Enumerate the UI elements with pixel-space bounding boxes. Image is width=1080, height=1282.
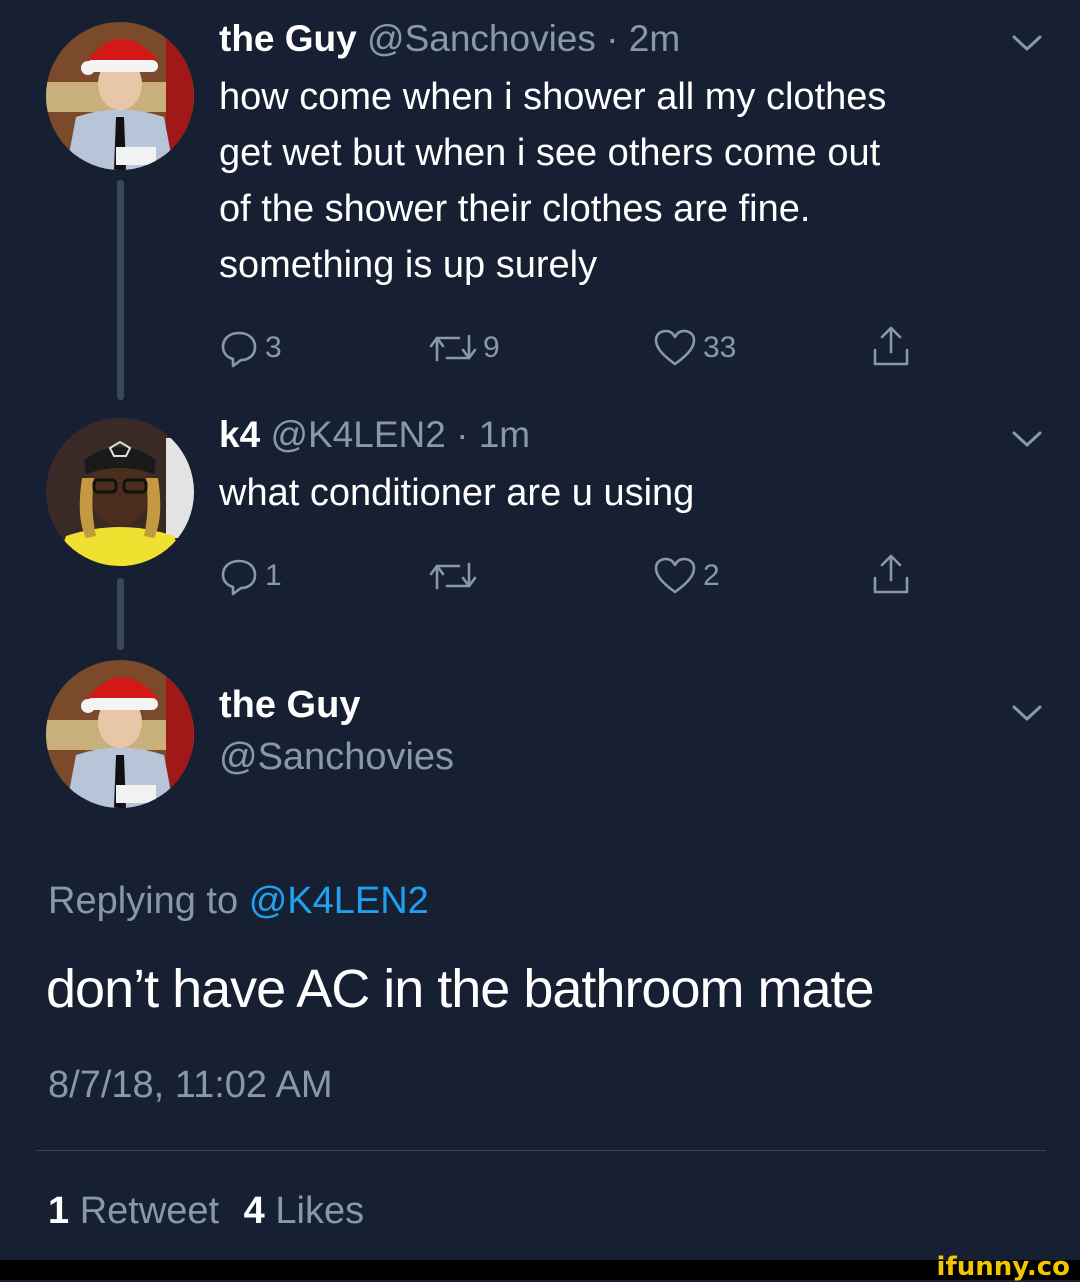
retweet-count: 9 <box>483 331 500 364</box>
reply-button[interactable]: 3 <box>219 328 282 368</box>
main-tweet-text: don’t have AC in the bathroom mate <box>46 959 875 1019</box>
like-count: 2 <box>703 559 720 592</box>
avatar[interactable] <box>46 22 194 170</box>
display-name[interactable]: the Guy <box>219 18 357 59</box>
tweet-header: the Guy @Sanchovies · 2m <box>219 18 680 60</box>
retweet-stat[interactable]: 1 Retweet <box>48 1190 230 1232</box>
replying-to-handle[interactable]: @K4LEN2 <box>249 880 429 922</box>
retweet-icon <box>429 562 477 590</box>
like-stat[interactable]: 4 Likes <box>244 1190 364 1232</box>
like-icon <box>654 557 696 594</box>
tweet-text-line: how come when i shower all my clothes <box>219 76 887 118</box>
watermark: ifunny.co <box>936 1252 1070 1282</box>
main-timestamp: 8/7/18, 11:02 AM <box>48 1064 333 1106</box>
like-total-label: Likes <box>275 1190 365 1232</box>
share-button[interactable] <box>871 552 911 596</box>
tweet-actions: 1 2 <box>219 554 939 596</box>
tweet-text-line: get wet but when i see others come out <box>219 132 881 174</box>
replying-to-label: Replying to <box>48 880 239 922</box>
retweet-total-label: Retweet <box>79 1190 220 1232</box>
tweet-header: k4 @K4LEN2 · 1m <box>219 414 530 456</box>
display-name[interactable]: k4 <box>219 414 260 455</box>
like-icon <box>654 329 696 366</box>
chevron-down-icon[interactable] <box>1010 702 1044 724</box>
engagement-stats: 1 Retweet 4 Likes <box>48 1190 364 1233</box>
tweet-text-line: of the shower their clothes are fine. <box>219 188 811 230</box>
chevron-down-icon[interactable] <box>1010 32 1044 54</box>
handle[interactable]: @K4LEN2 <box>270 414 445 455</box>
reply-button[interactable]: 1 <box>219 556 282 596</box>
divider <box>36 1150 1046 1151</box>
reply-icon <box>221 331 257 368</box>
handle[interactable]: @Sanchovies <box>219 736 454 779</box>
timestamp: · 1m <box>456 414 531 455</box>
share-icon <box>873 326 909 366</box>
chevron-down-icon[interactable] <box>1010 428 1044 450</box>
reply-icon <box>221 559 257 596</box>
footer-bar <box>0 1260 1080 1280</box>
share-button[interactable] <box>871 324 911 368</box>
tweet-text: what conditioner are u using <box>219 472 695 514</box>
retweet-icon <box>429 334 477 362</box>
like-button[interactable]: 33 <box>653 328 736 368</box>
tweet-actions: 3 9 33 <box>219 326 939 368</box>
reply-count: 3 <box>265 331 282 364</box>
thread-line <box>117 180 124 400</box>
timestamp: · 2m <box>606 18 681 59</box>
display-name[interactable]: the Guy <box>219 684 360 727</box>
share-icon <box>873 554 909 594</box>
handle[interactable]: @Sanchovies <box>367 18 596 59</box>
replying-to: Replying to @K4LEN2 <box>48 880 429 923</box>
avatar[interactable] <box>46 660 194 808</box>
like-button[interactable]: 2 <box>653 556 720 596</box>
retweet-button[interactable]: 9 <box>429 328 500 368</box>
like-total: 4 <box>243 1190 265 1232</box>
like-count: 33 <box>703 331 737 364</box>
retweet-total: 1 <box>48 1190 70 1232</box>
tweet-text-line: something is up surely <box>219 244 598 286</box>
reply-count: 1 <box>265 559 282 592</box>
thread-line <box>117 578 124 650</box>
retweet-button[interactable] <box>429 556 483 596</box>
tweet-text: how come when i shower all my clothes ge… <box>219 69 886 293</box>
avatar[interactable] <box>46 418 194 566</box>
